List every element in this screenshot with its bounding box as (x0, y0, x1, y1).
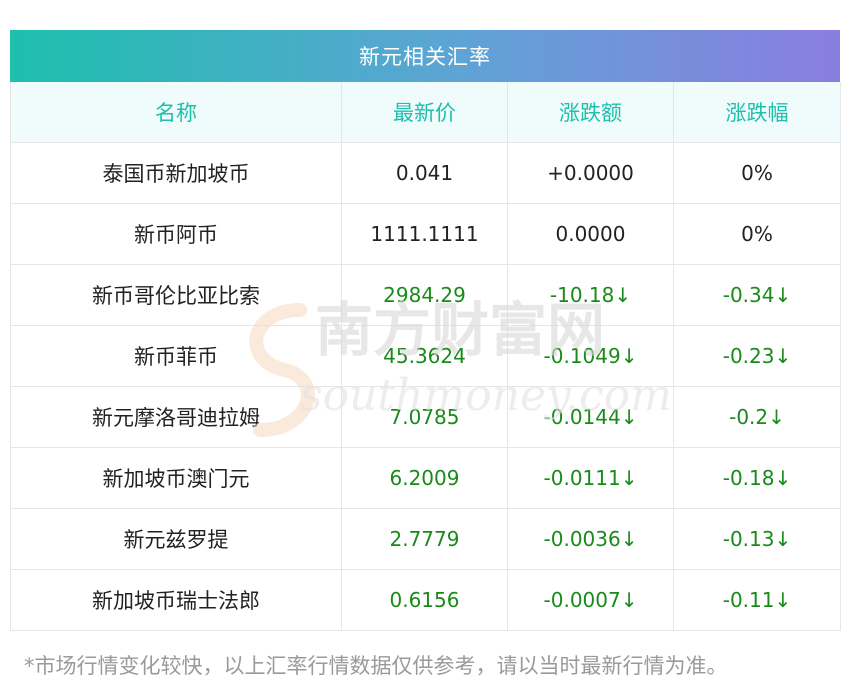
latest-price: 2.7779 (341, 508, 508, 570)
price-change: +0.0000 (507, 142, 674, 204)
header-row: 名称 最新价 涨跌额 涨跌幅 (10, 82, 841, 143)
latest-price: 45.3624 (341, 325, 508, 387)
price-change: -0.0111↓ (507, 447, 674, 509)
price-change: -0.1049↓ (507, 325, 674, 387)
column-header-percent: 涨跌幅 (673, 82, 841, 143)
column-header-change: 涨跌额 (507, 82, 674, 143)
change-percent: -0.18↓ (673, 447, 841, 509)
table-row: 新币阿币 1111.1111 0.0000 0% (10, 203, 841, 265)
exchange-rate-table: 名称 最新价 涨跌额 涨跌幅 泰国币新加坡币 0.041 +0.0000 0% 新币阿币… (10, 82, 841, 631)
table-title: 新元相关汇率 (10, 30, 840, 82)
price-change: -10.18↓ (507, 264, 674, 326)
latest-price: 0.6156 (341, 569, 508, 631)
latest-price: 7.0785 (341, 386, 508, 448)
price-change: 0.0000 (507, 203, 674, 265)
table-row: 新加坡币澳门元 6.2009 -0.0111↓ -0.18↓ (10, 447, 841, 509)
latest-price: 6.2009 (341, 447, 508, 509)
latest-price: 2984.29 (341, 264, 508, 326)
currency-pair-name: 新币菲币 (10, 325, 342, 387)
currency-pair-name: 新元兹罗提 (10, 508, 342, 570)
change-percent: -0.23↓ (673, 325, 841, 387)
price-change: -0.0036↓ (507, 508, 674, 570)
latest-price: 0.041 (341, 142, 508, 204)
table-row: 新元摩洛哥迪拉姆 7.0785 -0.0144↓ -0.2↓ (10, 386, 841, 448)
table-row: 新加坡币瑞士法郎 0.6156 -0.0007↓ -0.11↓ (10, 569, 841, 631)
currency-pair-name: 新加坡币澳门元 (10, 447, 342, 509)
currency-pair-name: 新元摩洛哥迪拉姆 (10, 386, 342, 448)
table-row: 新币菲币 45.3624 -0.1049↓ -0.23↓ (10, 325, 841, 387)
table-row: 新币哥伦比亚比索 2984.29 -10.18↓ -0.34↓ (10, 264, 841, 326)
currency-pair-name: 泰国币新加坡币 (10, 142, 342, 204)
change-percent: 0% (673, 203, 841, 265)
currency-pair-name: 新币阿币 (10, 203, 342, 265)
column-header-price: 最新价 (341, 82, 508, 143)
price-change: -0.0007↓ (507, 569, 674, 631)
disclaimer-note: *市场行情变化较快，以上汇率行情数据仅供参考，请以当时最新行情为准。 (24, 654, 728, 678)
change-percent: -0.34↓ (673, 264, 841, 326)
table-row: 新元兹罗提 2.7779 -0.0036↓ -0.13↓ (10, 508, 841, 570)
change-percent: -0.2↓ (673, 386, 841, 448)
column-header-name: 名称 (10, 82, 342, 143)
price-change: -0.0144↓ (507, 386, 674, 448)
exchange-rate-card: 新元相关汇率 名称 最新价 涨跌额 涨跌幅 泰国币新加坡币 0.041 +0.000… (10, 30, 841, 631)
change-percent: -0.11↓ (673, 569, 841, 631)
change-percent: -0.13↓ (673, 508, 841, 570)
currency-pair-name: 新加坡币瑞士法郎 (10, 569, 342, 631)
table-row: 泰国币新加坡币 0.041 +0.0000 0% (10, 142, 841, 204)
currency-pair-name: 新币哥伦比亚比索 (10, 264, 342, 326)
latest-price: 1111.1111 (341, 203, 508, 265)
change-percent: 0% (673, 142, 841, 204)
